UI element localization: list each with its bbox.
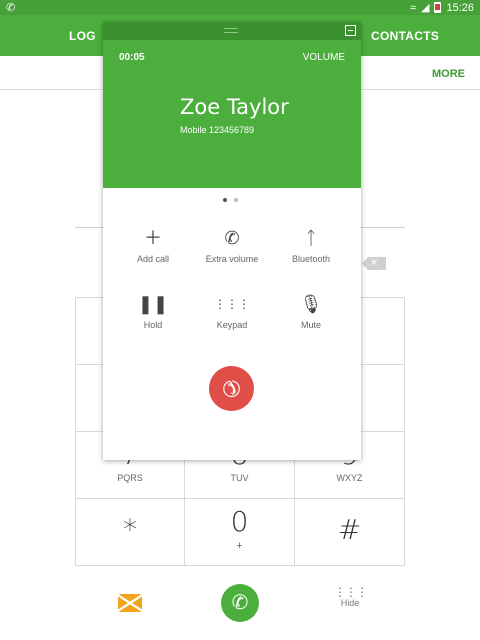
plus-icon: ＋ — [144, 228, 162, 248]
action-label: Hold — [143, 320, 163, 330]
action-label: Keypad — [216, 320, 248, 330]
status-bar: ✆ ≈ ◢ 15:26 — [0, 0, 480, 15]
caller-info-panel: 00:05 VOLUME Zoe Taylor Mobile 123456789 — [103, 40, 361, 188]
extra-volume-icon: ✆ — [224, 228, 240, 248]
caller-number: Mobile 123456789 — [180, 125, 255, 135]
more-button[interactable]: MORE — [432, 68, 465, 80]
phone-icon: ✆ — [6, 2, 16, 14]
hold-button[interactable]: ❚❚ Hold — [110, 293, 196, 330]
action-label: Add call — [136, 254, 170, 264]
hide-label: Hide — [340, 598, 360, 608]
hide-keypad-button[interactable]: ⋮⋮⋮ Hide — [334, 585, 368, 608]
action-label: Extra volume — [205, 254, 259, 264]
status-time: 15:26 — [446, 1, 474, 14]
tab-log[interactable]: LOG — [69, 29, 96, 43]
keypad-button[interactable]: ⋮⋮⋮ Keypad — [189, 293, 275, 330]
extra-volume-button[interactable]: ✆ Extra volume — [189, 227, 275, 264]
call-timer: 00:05 — [119, 52, 145, 63]
message-icon[interactable] — [118, 594, 142, 612]
wifi-icon: ≈ — [409, 1, 416, 14]
keypad-icon: ⋮⋮⋮ — [214, 297, 250, 311]
bluetooth-button[interactable]: ᛏ Bluetooth — [268, 227, 354, 264]
add-call-button[interactable]: ＋ Add call — [110, 227, 196, 264]
dialpad-key-star[interactable]: * — [75, 499, 185, 566]
action-label: Bluetooth — [291, 254, 331, 264]
dialpad-key-letters: PQRS — [117, 473, 143, 483]
dialpad-key-letters: + — [236, 540, 243, 552]
hang-up-icon: ✆ — [216, 373, 247, 404]
dialpad-key-letters: TUV — [230, 473, 249, 483]
action-label: Mute — [300, 320, 321, 330]
tab-contacts[interactable]: CONTACTS — [371, 29, 439, 43]
caller-name: Zoe Taylor — [180, 95, 289, 119]
dialpad-key-digit: # — [337, 513, 362, 546]
signal-icon: ◢ — [421, 2, 430, 14]
call-button[interactable]: ✆ — [221, 584, 259, 622]
pause-icon: ❚❚ — [137, 294, 169, 314]
status-icons: ≈ ◢ 15:26 — [409, 1, 474, 15]
mute-icon: 🎙 — [299, 294, 323, 314]
end-call-button[interactable]: ✆ — [209, 366, 254, 411]
dialpad-key-digit: 0 — [230, 505, 249, 538]
keypad-icon: ⋮⋮⋮ — [334, 585, 368, 599]
dialpad-key-0[interactable]: 0 + — [185, 499, 295, 566]
mute-button[interactable]: 🎙 Mute — [268, 293, 354, 330]
dialpad-key-hash[interactable]: # — [295, 499, 405, 566]
dialer-bottom-bar: ✆ ⋮⋮⋮ Hide — [0, 566, 480, 640]
popup-drag-handle[interactable] — [103, 22, 361, 40]
drag-handle-icon — [224, 28, 238, 33]
page-dot-active — [223, 198, 227, 202]
page-dot — [234, 198, 238, 202]
battery-icon — [434, 2, 442, 13]
dialpad-key-digit: * — [123, 513, 137, 546]
minimize-icon[interactable] — [345, 25, 356, 36]
dialpad-key-letters: WXYZ — [336, 473, 363, 483]
in-call-popup: 00:05 VOLUME Zoe Taylor Mobile 123456789… — [103, 22, 361, 460]
volume-button[interactable]: VOLUME — [303, 52, 345, 63]
bluetooth-icon: ᛏ — [305, 228, 317, 248]
page-indicator — [223, 198, 238, 202]
backspace-icon[interactable]: ✕ — [362, 257, 386, 270]
